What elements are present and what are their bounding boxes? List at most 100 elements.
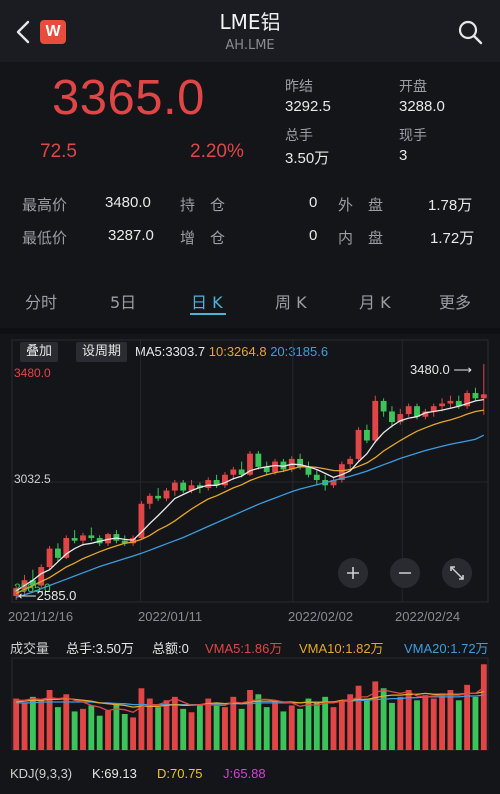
kdj-label: KDJ(9,3,3)	[10, 766, 73, 781]
candle-body	[480, 394, 487, 399]
volume-bar	[464, 684, 471, 750]
volume-bar	[205, 698, 212, 750]
kdj-k: K:69.13	[92, 766, 137, 781]
volume-bar	[338, 700, 345, 750]
volume-bar	[230, 696, 237, 750]
low-label: 最低价	[22, 229, 68, 247]
volume-bar	[238, 708, 245, 750]
candle-body	[447, 400, 454, 404]
open-value: 3288.0	[399, 98, 445, 115]
back-icon[interactable]	[10, 18, 36, 46]
open-interest-value: 0	[309, 194, 318, 211]
candle-body	[255, 453, 262, 467]
candle-body	[238, 469, 245, 475]
volume-bar	[405, 690, 412, 750]
search-icon[interactable]	[456, 18, 484, 46]
volume-bar	[380, 688, 387, 750]
volume-bar	[96, 715, 103, 750]
open-label: 开盘	[399, 79, 427, 95]
open-interest-change-value: 0	[309, 227, 318, 244]
candle-body	[55, 548, 61, 558]
volume-bar	[13, 698, 20, 750]
candle-body	[313, 474, 320, 481]
volume-bar	[21, 702, 28, 750]
candle-body	[155, 495, 162, 499]
volume-bars	[13, 664, 487, 750]
volume-bar	[480, 664, 487, 750]
fullscreen-button[interactable]	[442, 558, 472, 588]
kdj-d: D:70.75	[157, 766, 203, 781]
volume-bar	[430, 698, 437, 750]
volume-bar	[55, 707, 61, 750]
volume-bar	[180, 708, 187, 750]
candle-body	[63, 538, 70, 558]
max-marker-value: 3480.0	[410, 362, 450, 377]
candle-body	[372, 400, 379, 441]
date-label: 2022/02/02	[288, 609, 354, 624]
volume-bar	[38, 700, 45, 750]
date-label: 2022/02/24	[395, 609, 461, 624]
candle-body	[472, 393, 479, 399]
volume-bar	[138, 688, 145, 750]
volume-bar	[397, 696, 404, 750]
candle-body	[46, 548, 53, 568]
candle-body	[272, 461, 278, 473]
axis-mid-price: 3032.5	[14, 472, 51, 486]
min-marker-value: 2585.0	[36, 588, 77, 603]
price-change: 72.5	[40, 141, 77, 162]
volume-bar	[105, 710, 111, 750]
volume-bar	[263, 707, 270, 750]
candle-body	[347, 458, 354, 465]
last-price: 3365.0	[52, 71, 205, 125]
low-value: 3287.0	[108, 227, 154, 244]
volume-bar	[305, 698, 312, 750]
volume-bar	[288, 705, 295, 750]
volume-bar	[414, 700, 420, 750]
kdj-j: J:65.88	[223, 766, 266, 781]
volume-bar	[222, 707, 228, 750]
volume-bar	[29, 696, 36, 750]
total-volume-value: 3.50万	[285, 150, 330, 167]
volume-bar	[355, 685, 362, 750]
tab-more[interactable]: 更多	[439, 289, 471, 313]
candle-body	[80, 535, 86, 541]
volume-bar	[121, 714, 128, 750]
candle-body	[146, 495, 153, 504]
zoom-in-button[interactable]	[338, 558, 368, 588]
volume-bar	[472, 696, 479, 750]
candle-body	[171, 482, 178, 491]
price-change-percent: 2.20%	[190, 141, 244, 162]
candle-body	[71, 538, 78, 541]
page-title: LME铝	[219, 10, 281, 34]
brand-logo: W	[40, 20, 66, 44]
tab-daily-k[interactable]: 日 K	[191, 289, 223, 313]
candle-body	[389, 411, 395, 423]
volume-bar	[280, 711, 287, 750]
outer-volume-value: 1.78万	[428, 197, 473, 214]
tab-5day[interactable]: 5日	[110, 289, 136, 313]
current-volume-label: 现手	[399, 128, 427, 144]
volume-bar	[188, 712, 195, 750]
tab-weekly-k[interactable]: 周 K	[275, 289, 307, 313]
axis-top-price: 3480.0	[14, 366, 51, 380]
candle-body	[439, 403, 445, 407]
open-interest-label: 持 仓	[180, 196, 226, 214]
volume-bar	[155, 707, 162, 750]
inner-volume-value: 1.72万	[430, 230, 475, 247]
max-marker: 3480.0 ⟶	[410, 362, 473, 377]
zoom-out-button[interactable]	[390, 558, 420, 588]
volume-bar	[196, 705, 203, 750]
page-subtitle: AH.LME	[225, 38, 275, 53]
candle-body	[180, 482, 187, 491]
current-volume-value: 3	[399, 147, 408, 164]
open-interest-change-label: 增 仓	[180, 229, 226, 247]
volume-bar	[213, 702, 220, 750]
tab-intraday[interactable]: 分时	[25, 289, 57, 313]
volume-bar	[422, 695, 429, 750]
candle-body	[355, 429, 362, 459]
active-tab-indicator	[190, 313, 226, 315]
volume-bar	[363, 698, 370, 750]
tab-monthly-k[interactable]: 月 K	[359, 289, 391, 313]
volume-chart[interactable]	[0, 654, 500, 758]
candle-body	[88, 535, 95, 539]
